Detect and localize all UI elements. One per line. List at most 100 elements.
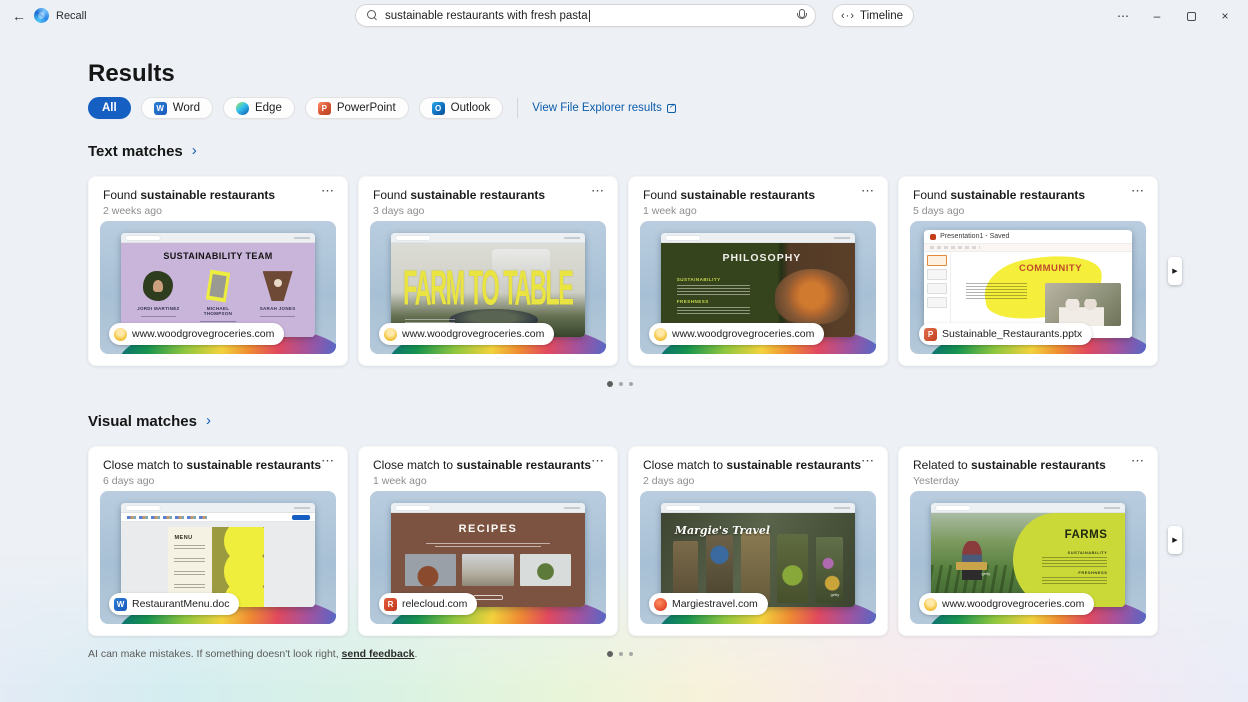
browser-chrome (391, 232, 585, 243)
maximize-button[interactable] (1174, 3, 1208, 29)
chevron-right-icon: › (205, 412, 211, 429)
edge-icon (235, 101, 249, 115)
result-card-text-4[interactable]: Found sustainable restaurants 5 days ago… (898, 176, 1158, 366)
card-menu-button[interactable]: ⋯ (591, 183, 605, 199)
browser-chrome (661, 502, 855, 513)
food-bowl-photo (775, 269, 849, 324)
source-badge: R relecloud.com (379, 593, 478, 615)
browser-window: getty FARMS SUSTAINABILITY FRESHNESS (931, 502, 1125, 607)
recall-app-icon (34, 8, 49, 23)
powerpoint-window-title: Presentation1 - Saved (940, 233, 1010, 241)
source-badge: www.woodgrovegroceries.com (109, 323, 285, 345)
card-title: Close match to sustainable restaurants (103, 458, 322, 472)
filter-all[interactable]: All (88, 97, 131, 119)
thumb-button (472, 594, 504, 601)
more-options-button[interactable]: ⋯ (1106, 3, 1140, 29)
card-menu-button[interactable]: ⋯ (591, 453, 605, 469)
search-input[interactable]: sustainable restaurants with fresh pasta (355, 4, 816, 27)
maximize-icon (1186, 11, 1196, 21)
browser-window: MENU (121, 502, 315, 607)
text-matches-header[interactable]: Text matches › (88, 142, 197, 160)
woodgrove-favicon (654, 327, 667, 341)
vegetable-crate (956, 561, 988, 571)
close-button[interactable]: × (1208, 3, 1242, 29)
card-menu-button[interactable]: ⋯ (321, 453, 335, 469)
browser-chrome (121, 232, 315, 243)
card-menu-button[interactable]: ⋯ (861, 183, 875, 199)
powerpoint-app-icon (930, 233, 937, 240)
microphone-icon[interactable] (795, 9, 807, 22)
text-matches-next-button[interactable]: ▶ (1168, 257, 1182, 285)
snapshot-thumbnail: MENU W RestaurantMenu.doc (100, 491, 336, 624)
result-card-text-1[interactable]: Found sustainable restaurants 2 weeks ag… (88, 176, 348, 366)
snapshot-thumbnail: FARM TO TABLE www.woodgrovegroceries.com (370, 221, 606, 354)
recipe-photos (404, 554, 572, 587)
market-stall (705, 535, 733, 602)
word-icon: W (153, 101, 167, 115)
woodgrove-favicon (924, 597, 937, 611)
title-bar: ← Recall sustainable restaurants with fr… (0, 0, 1248, 32)
minimize-button[interactable]: – (1140, 3, 1174, 29)
card-timestamp: 3 days ago (373, 205, 425, 217)
timeline-button[interactable]: ‹·› Timeline (832, 4, 915, 27)
snapshot-thumbnail: Margie's Travel getty Margiestravel.com (640, 491, 876, 624)
card-title: Found sustainable restaurants (103, 188, 276, 202)
snapshot-thumbnail: SUSTAINABILITY TEAM JORDI MARTINEZ MICHA… (100, 221, 336, 354)
text-matches-pagination-dots[interactable] (607, 381, 633, 387)
getty-watermark: getty (830, 592, 840, 598)
result-card-text-2[interactable]: Found sustainable restaurants 3 days ago… (358, 176, 618, 366)
people-photo (1045, 283, 1122, 327)
filter-edge[interactable]: Edge (222, 97, 295, 119)
thumb-page-title: Margie's Travel (674, 524, 771, 538)
card-timestamp: Yesterday (913, 475, 960, 487)
result-card-visual-4[interactable]: Related to sustainable restaurants Yeste… (898, 446, 1158, 636)
card-menu-button[interactable]: ⋯ (861, 453, 875, 469)
slide-title: COMMUNITY (1018, 263, 1083, 275)
team-photo-shape (262, 271, 293, 302)
card-menu-button[interactable]: ⋯ (1131, 453, 1145, 469)
visual-matches-pagination-dots[interactable] (607, 651, 633, 657)
visual-matches-next-button[interactable]: ▶ (1168, 526, 1182, 554)
word-favicon: W (114, 597, 127, 611)
text-caret (588, 9, 590, 22)
getty-watermark: getty (981, 571, 991, 577)
card-title: Related to sustainable restaurants (913, 458, 1106, 472)
divider (517, 98, 519, 118)
filter-powerpoint[interactable]: P PowerPoint (304, 97, 409, 119)
snapshot-thumbnail: Presentation1 - Saved COMMUNITY P Sustai… (910, 221, 1146, 354)
page-title: Results (88, 60, 175, 87)
browser-window: RECIPES (391, 502, 585, 607)
team-photo-shape (143, 271, 174, 302)
team-photo-shape (205, 269, 231, 303)
result-card-text-3[interactable]: Found sustainable restaurants 1 week ago… (628, 176, 888, 366)
card-timestamp: 1 week ago (373, 475, 427, 487)
card-timestamp: 6 days ago (103, 475, 155, 487)
browser-chrome (661, 232, 855, 243)
back-button[interactable]: ← (8, 5, 30, 27)
chevron-right-icon: › (191, 142, 197, 159)
timeline-label: Timeline (860, 9, 904, 22)
browser-chrome (391, 502, 585, 513)
thumb-page-title: SUSTAINABILITY TEAM (163, 251, 273, 262)
card-timestamp: 2 days ago (643, 475, 695, 487)
filter-outlook[interactable]: O Outlook (418, 97, 504, 119)
card-menu-button[interactable]: ⋯ (1131, 183, 1145, 199)
app-title: Recall (56, 10, 87, 22)
snapshot-thumbnail: getty FARMS SUSTAINABILITY FRESHNESS www… (910, 491, 1146, 624)
external-link-icon (666, 102, 676, 113)
card-menu-button[interactable]: ⋯ (321, 183, 335, 199)
result-card-visual-3[interactable]: Close match to sustainable restaurants 2… (628, 446, 888, 636)
card-title: Close match to sustainable restaurants (373, 458, 592, 472)
word-toolbar (121, 512, 315, 522)
result-card-visual-1[interactable]: Close match to sustainable restaurants 6… (88, 446, 348, 636)
snapshot-thumbnail: RECIPES R relecloud.com (370, 491, 606, 624)
outlook-icon: O (431, 101, 445, 115)
file-explorer-results-link[interactable]: View File Explorer results (532, 102, 676, 114)
source-badge: www.woodgrovegroceries.com (919, 593, 1095, 615)
filter-word[interactable]: W Word (140, 97, 213, 119)
result-card-visual-2[interactable]: Close match to sustainable restaurants 1… (358, 446, 618, 636)
ai-disclaimer: AI can make mistakes. If something doesn… (88, 648, 418, 660)
visual-matches-header[interactable]: Visual matches › (88, 412, 211, 430)
send-feedback-link[interactable]: send feedback (342, 648, 415, 660)
source-badge: P Sustainable_Restaurants.pptx (919, 323, 1093, 345)
